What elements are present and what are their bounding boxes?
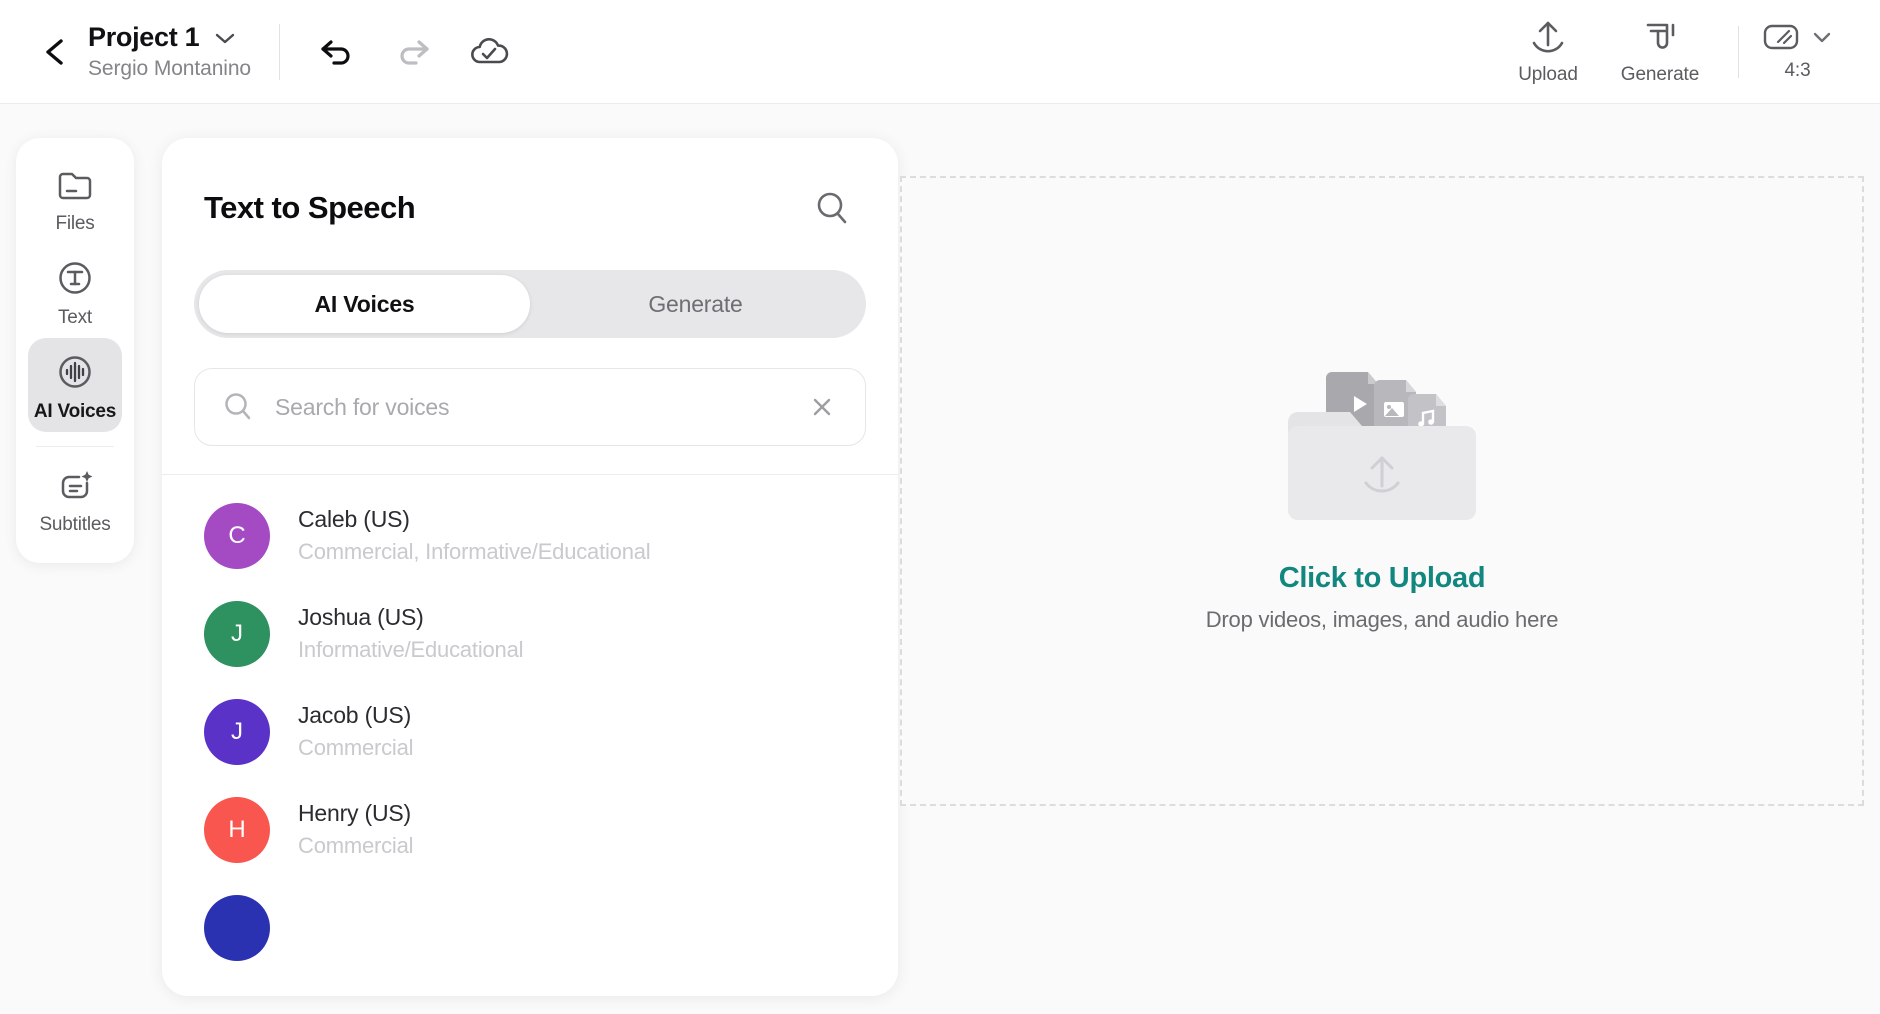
voice-list[interactable]: C Caleb (US) Commercial, Informative/Edu… xyxy=(162,475,898,996)
panel-search-button[interactable] xyxy=(808,184,856,232)
upload-arrow-icon xyxy=(1526,17,1570,57)
tab-ai-voices[interactable]: AI Voices xyxy=(199,275,530,333)
avatar: H xyxy=(204,797,270,863)
sidebar: Files Text AI Voices xyxy=(16,138,134,563)
upload-label: Upload xyxy=(1518,64,1578,86)
history-controls xyxy=(310,25,516,79)
generate-button[interactable]: Generate xyxy=(1604,17,1716,86)
chevron-left-icon xyxy=(42,37,68,67)
avatar: C xyxy=(204,503,270,569)
panel-header: Text to Speech xyxy=(162,138,898,232)
voice-name: Caleb (US) xyxy=(298,505,650,535)
canvas-area: Click to Upload Drop videos, images, and… xyxy=(900,176,1864,806)
tab-generate[interactable]: Generate xyxy=(530,275,861,333)
undo-button[interactable] xyxy=(310,25,364,79)
generate-sparkle-icon xyxy=(1638,17,1682,57)
tab-label: AI Voices xyxy=(314,291,414,318)
panel-title: Text to Speech xyxy=(204,190,415,226)
folder-media-upload-illustration xyxy=(1272,350,1492,540)
search-icon xyxy=(221,390,255,424)
voice-info: Jacob (US) Commercial xyxy=(298,701,413,762)
voice-info: Joshua (US) Informative/Educational xyxy=(298,603,523,664)
sidebar-item-label: Text xyxy=(58,307,92,329)
sidebar-item-subtitles[interactable]: Subtitles xyxy=(28,453,122,545)
upload-button[interactable]: Upload xyxy=(1492,17,1604,86)
header-divider xyxy=(279,24,280,80)
voice-tags: Informative/Educational xyxy=(298,636,523,665)
text-to-speech-panel: Text to Speech AI Voices Generate xyxy=(162,138,898,996)
top-bar: Project 1 Sergio Montanino xyxy=(0,0,1880,104)
sidebar-divider xyxy=(36,446,114,447)
subtitles-sparkle-icon xyxy=(51,465,99,507)
sidebar-item-label: Files xyxy=(55,213,94,235)
avatar xyxy=(204,895,270,961)
search-input[interactable] xyxy=(275,394,783,421)
project-dropdown-button[interactable] xyxy=(213,30,237,46)
folder-icon xyxy=(51,164,99,206)
list-item[interactable]: J Joshua (US) Informative/Educational xyxy=(162,585,898,683)
cloud-save-button[interactable] xyxy=(462,25,516,79)
voice-name: Jacob (US) xyxy=(298,701,413,731)
upload-title: Click to Upload xyxy=(1279,562,1486,595)
sidebar-item-files[interactable]: Files xyxy=(28,152,122,244)
sidebar-item-label: Subtitles xyxy=(39,514,110,536)
voice-search-bar xyxy=(194,368,866,446)
aspect-ratio-icon xyxy=(1761,21,1801,53)
voice-info: Caleb (US) Commercial, Informative/Educa… xyxy=(298,505,650,566)
actions-divider xyxy=(1738,26,1739,78)
generate-label: Generate xyxy=(1621,64,1699,86)
avatar: J xyxy=(204,601,270,667)
upload-dropzone[interactable]: Click to Upload Drop videos, images, and… xyxy=(902,178,1862,804)
aspect-ratio-button[interactable]: 4:3 xyxy=(1761,21,1834,82)
sidebar-item-ai-voices[interactable]: AI Voices xyxy=(28,338,122,432)
avatar: J xyxy=(204,699,270,765)
list-item[interactable] xyxy=(162,879,898,977)
redo-arrow-icon xyxy=(393,34,433,70)
chevron-down-icon xyxy=(213,30,237,46)
list-item[interactable]: J Jacob (US) Commercial xyxy=(162,683,898,781)
aspect-ratio-label: 4:3 xyxy=(1784,60,1810,82)
tab-label: Generate xyxy=(648,291,742,318)
project-owner: Sergio Montanino xyxy=(88,57,251,81)
editor-root: Project 1 Sergio Montanino xyxy=(0,0,1880,1014)
page-title: Project 1 xyxy=(88,22,199,53)
undo-arrow-icon xyxy=(317,34,357,70)
voice-name: Henry (US) xyxy=(298,799,413,829)
voice-tags: Commercial, Informative/Educational xyxy=(298,538,650,567)
voice-info: Henry (US) Commercial xyxy=(298,799,413,860)
back-button[interactable] xyxy=(32,29,78,75)
close-icon xyxy=(807,392,837,422)
cloud-check-icon xyxy=(468,35,510,69)
sidebar-item-text[interactable]: Text xyxy=(28,244,122,338)
text-circle-icon xyxy=(51,256,99,300)
top-bar-actions: Upload Generate xyxy=(1492,0,1880,103)
voice-tags: Commercial xyxy=(298,734,413,763)
redo-button[interactable] xyxy=(386,25,440,79)
clear-search-button[interactable] xyxy=(803,388,841,426)
project-info: Project 1 Sergio Montanino xyxy=(88,22,251,80)
list-item[interactable]: H Henry (US) Commercial xyxy=(162,781,898,879)
chevron-down-icon xyxy=(1810,29,1834,45)
waveform-circle-icon xyxy=(51,350,99,394)
voice-tags: Commercial xyxy=(298,832,413,861)
upload-subtitle: Drop videos, images, and audio here xyxy=(1206,607,1559,633)
panel-tabs: AI Voices Generate xyxy=(194,270,866,338)
search-icon xyxy=(812,188,852,228)
voice-name: Joshua (US) xyxy=(298,603,523,633)
list-item[interactable]: C Caleb (US) Commercial, Informative/Edu… xyxy=(162,487,898,585)
sidebar-item-label: AI Voices xyxy=(34,401,116,423)
